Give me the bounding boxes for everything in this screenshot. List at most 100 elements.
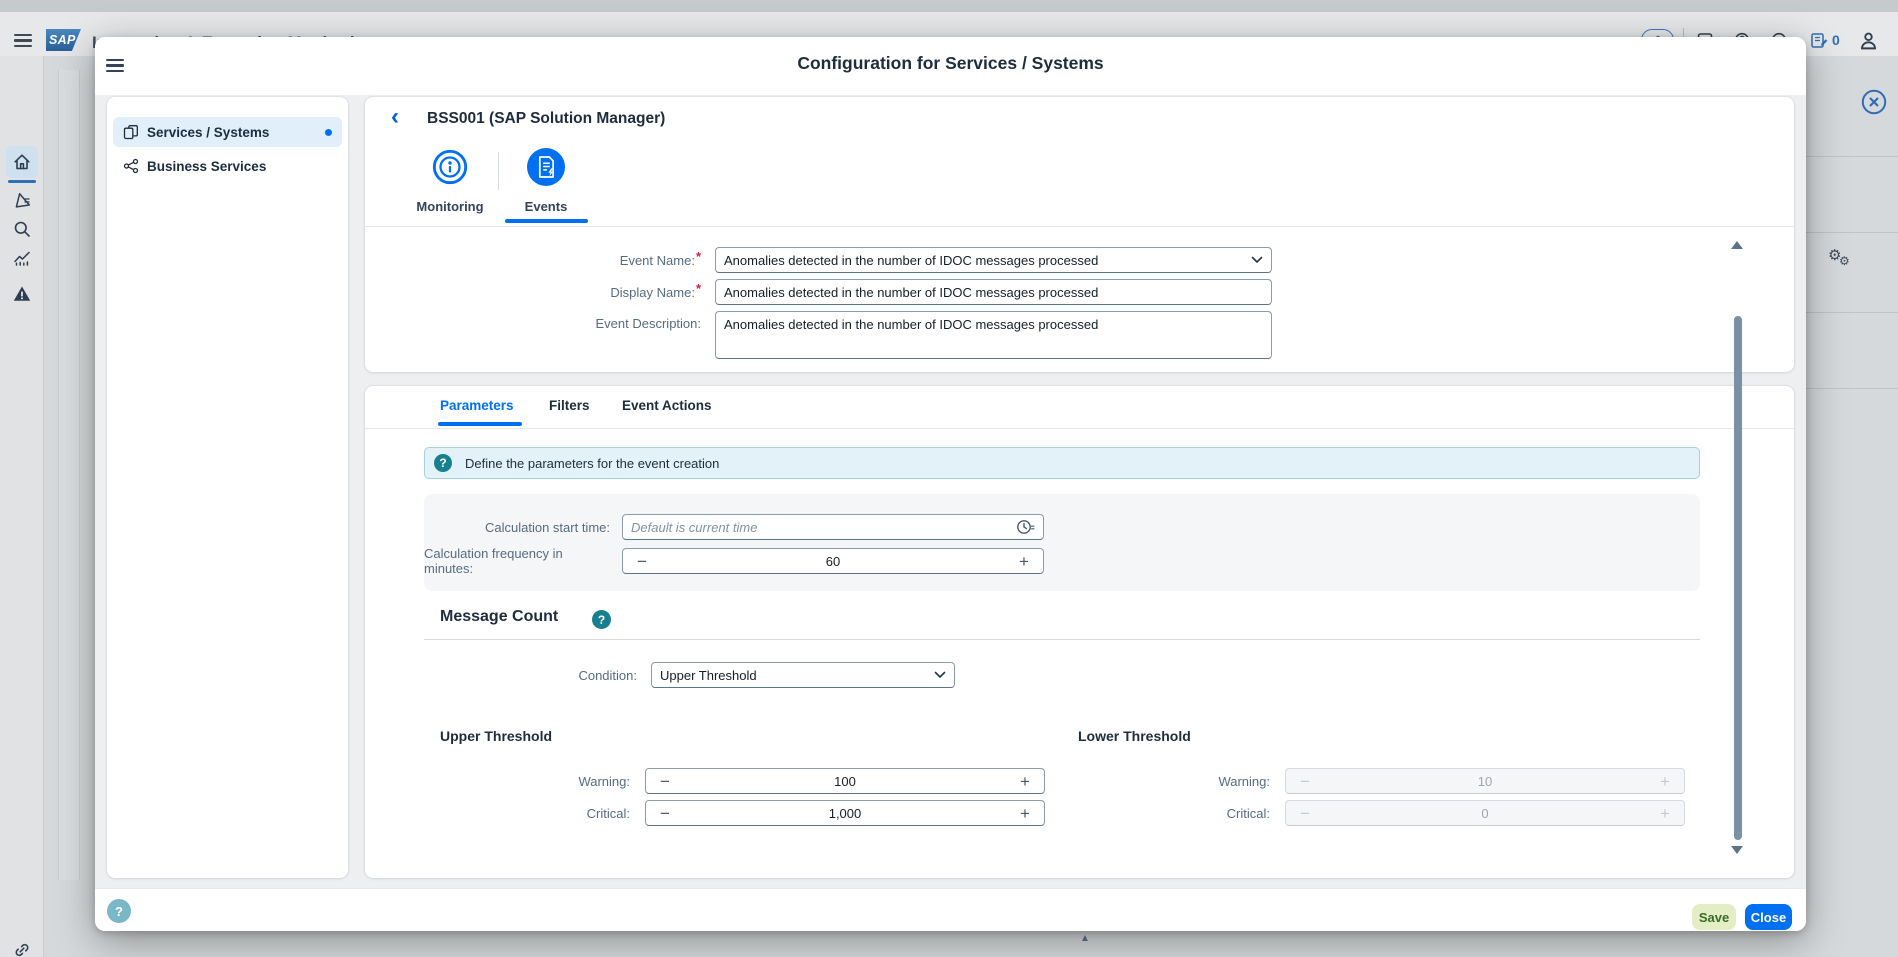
upper-critical-label: Critical: (525, 800, 630, 826)
trend-chart-icon (12, 248, 32, 268)
upper-warning-label: Warning: (525, 768, 630, 794)
back-icon: ‹ (391, 103, 399, 131)
close-button[interactable]: Close (1745, 904, 1792, 930)
chevron-down-icon (1251, 256, 1263, 264)
dialog-title: Configuration for Services / Systems (95, 53, 1806, 74)
lower-threshold-heading: Lower Threshold (1078, 728, 1191, 744)
scrollbar-down-button[interactable] (1731, 846, 1743, 854)
tab-strip-divider (365, 428, 1794, 429)
rail-situations-button[interactable] (12, 190, 32, 210)
start-time-input[interactable]: Default is current time (622, 514, 1044, 540)
rail-home-active-indicator (8, 180, 36, 183)
increment-button[interactable]: + (1016, 805, 1034, 822)
condition-select[interactable]: Upper Threshold (651, 662, 955, 688)
condition-label: Condition: (465, 662, 637, 688)
window-top-strip (0, 0, 1898, 12)
sidebar-item-services-systems[interactable]: Services / Systems (113, 117, 342, 147)
shell-menu-button[interactable] (14, 34, 32, 47)
event-name-label: Event Name:* (515, 248, 701, 273)
display-name-input[interactable] (716, 280, 1271, 304)
detail-panel: ‹ BSS001 (SAP Solution Manager) Monitori… (365, 97, 1794, 878)
lower-critical-value: 0 (1314, 806, 1656, 821)
link-icon (12, 940, 32, 957)
rail-home-button[interactable] (6, 146, 38, 178)
display-name-label: Display Name:* (515, 280, 701, 305)
increment-button: + (1656, 805, 1674, 822)
decrement-button: − (1296, 773, 1314, 790)
selection-dot (325, 129, 332, 136)
message-count-heading: Message Count (440, 608, 558, 626)
decrement-button: − (1296, 805, 1314, 822)
decrement-button[interactable]: − (656, 773, 674, 790)
profile-icon[interactable] (1858, 30, 1879, 51)
detail-title: BSS001 (SAP Solution Manager) (427, 110, 665, 128)
rail-alerts-button[interactable] (12, 284, 32, 304)
background-panel-edge (58, 70, 80, 880)
upper-warning-value[interactable]: 100 (674, 774, 1016, 789)
increment-button[interactable]: + (1015, 553, 1033, 570)
upper-threshold-heading: Upper Threshold (440, 728, 552, 744)
upper-critical-value[interactable]: 1,000 (674, 806, 1016, 821)
message-count-help-button[interactable]: ? (592, 610, 611, 629)
monitoring-icon (431, 148, 469, 186)
background-row-line (1806, 388, 1898, 389)
back-button[interactable]: ‹ (383, 103, 407, 131)
lower-critical-label: Critical: (1165, 800, 1270, 826)
decrement-button[interactable]: − (633, 553, 651, 570)
chevron-down-icon (934, 671, 946, 679)
event-name-select[interactable]: Anomalies detected in the number of IDOC… (715, 247, 1272, 273)
dialog-sidebar: Services / Systems Business Services (107, 97, 348, 878)
background-scroll-top-indicator[interactable]: ▲ (1080, 933, 1090, 944)
upper-warning-stepper[interactable]: − 100 + (645, 768, 1045, 794)
tab-event-actions[interactable]: Event Actions (622, 398, 712, 413)
sidebar-item-business-services[interactable]: Business Services (113, 151, 342, 181)
tab-filters[interactable]: Filters (549, 398, 590, 413)
scrollbar-thumb[interactable] (1734, 316, 1742, 840)
sidebar-item-label: Services / Systems (147, 125, 317, 140)
help-button[interactable]: ? (107, 899, 131, 923)
icon-tab-separator (498, 152, 499, 190)
datetime-picker-icon[interactable] (1016, 518, 1035, 536)
increment-button[interactable]: + (1016, 773, 1034, 790)
lower-warning-stepper: − 10 + (1285, 768, 1685, 794)
start-time-placeholder: Default is current time (623, 520, 1016, 535)
events-icon (527, 148, 565, 186)
upper-critical-stepper[interactable]: − 1,000 + (645, 800, 1045, 826)
detail-header-section: ‹ BSS001 (SAP Solution Manager) Monitori… (365, 97, 1794, 372)
decrement-button[interactable]: − (656, 805, 674, 822)
scrollbar-up-button[interactable] (1731, 241, 1743, 249)
notification-log-icon[interactable] (1810, 31, 1829, 50)
configuration-dialog: Configuration for Services / Systems Ser… (95, 37, 1806, 931)
required-marker: * (696, 280, 701, 298)
frequency-value[interactable]: 60 (651, 554, 1015, 569)
notification-count: 0 (1832, 32, 1840, 48)
background-gears-icon: ⚙⚙ (1828, 246, 1858, 272)
tab-parameters[interactable]: Parameters (440, 398, 514, 413)
icon-tab-divider (365, 226, 1794, 227)
rail-link-button[interactable] (12, 940, 32, 957)
rail-search-button[interactable] (12, 219, 32, 239)
search-icon (12, 219, 32, 239)
help-icon: ? (434, 454, 452, 472)
background-row-line (1806, 232, 1898, 233)
tab-events-label: Events (501, 199, 591, 214)
rail-analytics-button[interactable] (12, 248, 32, 268)
background-close-button[interactable] (1860, 88, 1888, 116)
save-button[interactable]: Save (1692, 904, 1736, 930)
info-banner-text: Define the parameters for the event crea… (465, 456, 719, 471)
dialog-footer: ? Save Close (95, 888, 1806, 931)
required-marker: * (696, 248, 701, 266)
display-name-field (715, 279, 1272, 305)
event-description-textarea[interactable]: Anomalies detected in the number of IDOC… (715, 311, 1272, 359)
start-time-label: Calculation start time: (424, 514, 610, 540)
sap-logo: SAP (46, 29, 81, 51)
left-rail (0, 56, 44, 957)
warning-icon (12, 284, 32, 304)
sap-logo-text: SAP (46, 33, 76, 47)
frequency-stepper[interactable]: − 60 + (622, 548, 1044, 574)
home-icon (12, 152, 32, 172)
background-row-line (1806, 156, 1898, 157)
tab-events-active-underline (505, 219, 588, 223)
situation-icon (12, 190, 32, 210)
section-divider (424, 639, 1700, 640)
